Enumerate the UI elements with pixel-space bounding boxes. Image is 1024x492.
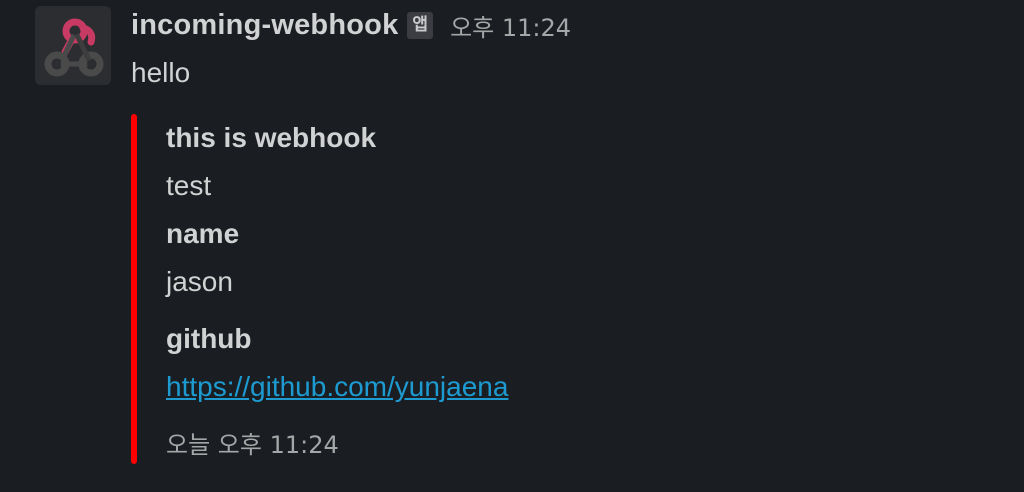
message-container: incoming-webhook 앱 오후 11:24 hello this i… xyxy=(0,0,1024,492)
attachment-footer-timestamp: 오늘 오후 11:24 xyxy=(166,431,339,459)
attachment-title: this is webhook xyxy=(166,122,377,153)
message-header: incoming-webhook 앱 오후 11:24 xyxy=(131,6,571,44)
app-badge: 앱 xyxy=(407,11,434,39)
field-title-name: name xyxy=(166,218,240,249)
attachment-color-bar xyxy=(131,114,137,464)
field-title-github: github xyxy=(166,323,252,354)
attachment-text: test xyxy=(166,170,212,201)
github-link[interactable]: https://github.com/yunjaena xyxy=(166,370,508,404)
message-text: hello xyxy=(131,57,191,88)
attachment: this is webhook test name jason github h… xyxy=(131,114,831,464)
avatar[interactable] xyxy=(35,6,111,85)
webhook-icon xyxy=(35,6,111,85)
username[interactable]: incoming-webhook xyxy=(131,9,398,42)
message-timestamp[interactable]: 오후 11:24 xyxy=(450,8,571,43)
field-value-name: jason xyxy=(166,266,233,297)
